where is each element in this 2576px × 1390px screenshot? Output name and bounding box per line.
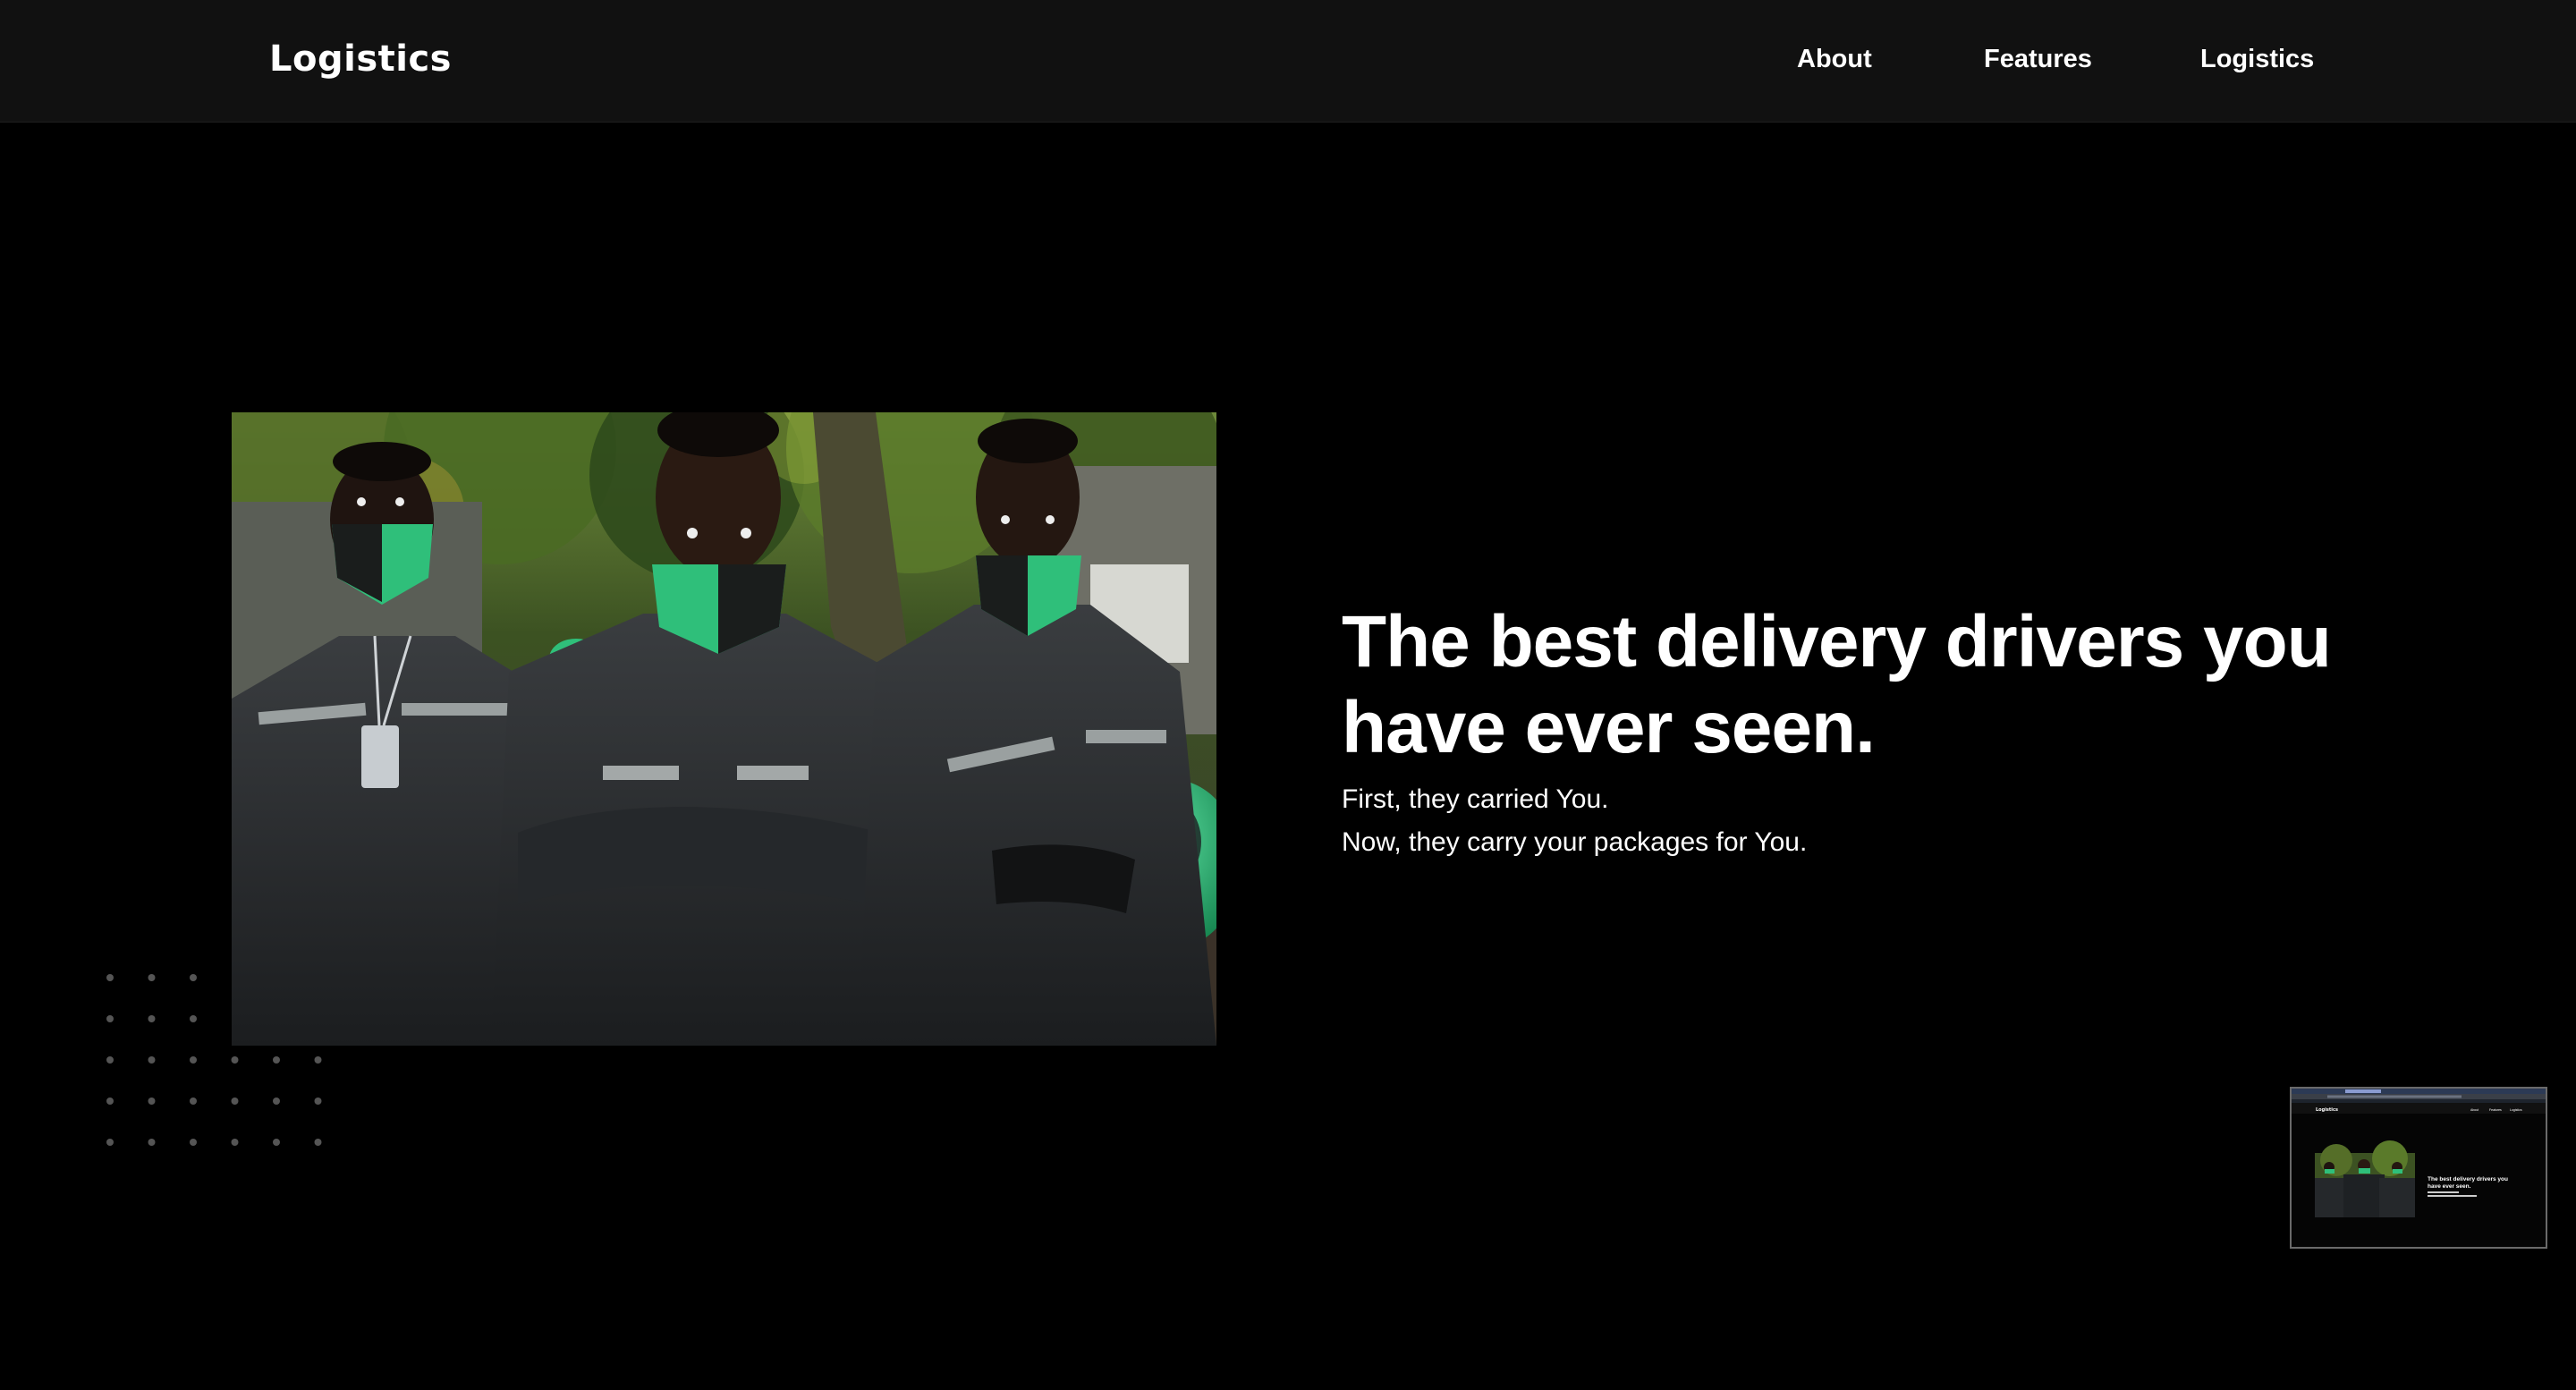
grid-dot: [314, 1139, 322, 1146]
grid-dot: [273, 1056, 280, 1064]
grid-dot: [148, 1098, 156, 1105]
grid-dot: [106, 1056, 114, 1064]
page-preview-thumbnail[interactable]: Logistics About Features Logistics The b…: [2290, 1087, 2547, 1249]
grid-dot: [314, 1056, 322, 1064]
hero-subtext-line-1: First, they carried You.: [1342, 784, 1609, 814]
grid-dot: [148, 1056, 156, 1064]
grid-dot: [273, 1139, 280, 1146]
thumb-browser-tabs: [2292, 1089, 2546, 1094]
grid-dot: [231, 1139, 239, 1146]
grid-dot: [190, 1056, 197, 1064]
hero-headline: The best delivery drivers you have ever …: [1342, 601, 2332, 768]
thumb-headline-line-2: have ever seen.: [2428, 1183, 2471, 1190]
thumb-nav-logistics: Logistics: [2510, 1108, 2522, 1112]
grid-dot: [106, 1015, 114, 1022]
dot-grid-decoration: [98, 966, 340, 1163]
grid-dot: [190, 1015, 197, 1022]
thumb-nav-features: Features: [2489, 1108, 2502, 1112]
nav-link-features[interactable]: Features: [1984, 41, 2092, 77]
grid-dot: [314, 1098, 322, 1105]
brand-logo[interactable]: Logistics: [269, 34, 452, 84]
grid-dot: [148, 1015, 156, 1022]
thumb-brand: Logistics: [2316, 1107, 2338, 1113]
top-navbar: Logistics About Features Logistics: [0, 0, 2576, 123]
grid-dot: [231, 1098, 239, 1105]
grid-dot: [190, 974, 197, 981]
hero-image: [232, 412, 1216, 1046]
grid-dot: [148, 1139, 156, 1146]
grid-dot: [148, 974, 156, 981]
nav-link-about[interactable]: About: [1797, 41, 1872, 77]
thumb-headline-line-1: The best delivery drivers you: [2428, 1176, 2508, 1182]
nav-link-logistics[interactable]: Logistics: [2200, 41, 2314, 77]
hero-subtext-line-2: Now, they carry your packages for You.: [1342, 827, 1808, 857]
thumb-nav-about: About: [2470, 1108, 2479, 1112]
grid-dot: [190, 1139, 197, 1146]
grid-dot: [231, 1056, 239, 1064]
grid-dot: [273, 1098, 280, 1105]
grid-dot: [190, 1098, 197, 1105]
page: Logistics About Features Logistics The b…: [0, 0, 2576, 1390]
grid-dot: [106, 974, 114, 981]
grid-dot: [106, 1139, 114, 1146]
grid-dot: [106, 1098, 114, 1105]
